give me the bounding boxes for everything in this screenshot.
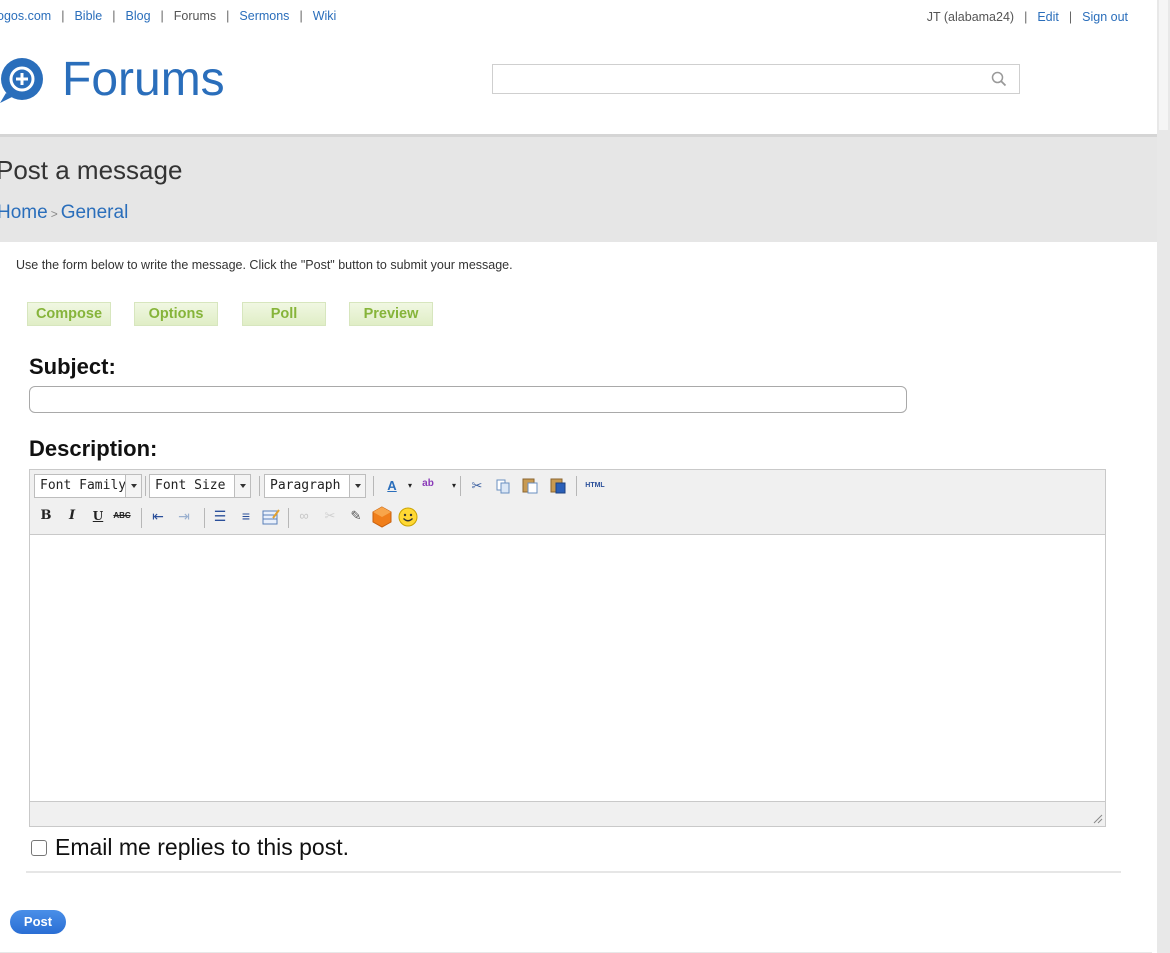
site-header: Forums [0, 36, 1157, 134]
breadcrumb-separator: > [50, 207, 58, 221]
top-navigation: ogos.com | Bible | Blog | Forums | Sermons | Wiki … [0, 0, 1157, 36]
unlink-icon[interactable]: ✂ [320, 506, 340, 526]
tab-compose[interactable]: Compose [27, 302, 111, 326]
bible-link[interactable]: Bible [74, 9, 102, 23]
attachment-icon[interactable]: ✎ [346, 506, 366, 526]
search-icon[interactable] [991, 71, 1007, 87]
highlight-color-icon[interactable]: ab [418, 474, 438, 494]
sign-out-link[interactable]: Sign out [1082, 10, 1128, 24]
logos-logo-icon[interactable] [0, 53, 48, 109]
strikethrough-icon[interactable]: ABC [112, 506, 132, 526]
emoticon-icon[interactable] [397, 506, 419, 528]
cut-icon[interactable]: ✂ [467, 476, 487, 496]
dropdown-arrow-icon[interactable]: ▾ [400, 476, 420, 496]
page-title-band: Post a message Home > General [0, 134, 1170, 242]
rich-text-editor: Font Family Font Size Paragraph A ▾ ab ▾… [29, 469, 1106, 827]
sermons-link[interactable]: Sermons [239, 9, 289, 23]
outdent-icon[interactable]: ⇤ [148, 506, 168, 526]
tab-poll[interactable]: Poll [242, 302, 326, 326]
text-color-icon[interactable]: A [382, 476, 402, 496]
email-replies-label: Email me replies to this post. [55, 834, 350, 860]
breadcrumb: Home > General [0, 202, 128, 224]
site-links: ogos.com | Bible | Blog | Forums | Sermons | Wiki [0, 9, 336, 23]
underline-icon[interactable]: U [88, 506, 108, 526]
font-size-select[interactable]: Font Size [149, 474, 251, 498]
vertical-scrollbar[interactable] [1157, 0, 1170, 953]
post-button[interactable]: Post [10, 910, 66, 934]
bullet-list-icon[interactable]: ☰ [210, 506, 230, 526]
subject-label: Subject: [29, 354, 116, 379]
user-links: JT (alabama24) | Edit | Sign out [926, 10, 1128, 24]
indent-icon[interactable]: ⇥ [174, 506, 194, 526]
insert-media-icon[interactable] [371, 506, 393, 528]
breadcrumb-home[interactable]: Home [0, 202, 48, 223]
dropdown-arrow-icon[interactable]: ▾ [444, 476, 464, 496]
chevron-down-icon [349, 475, 365, 497]
email-replies-option[interactable]: Email me replies to this post. [31, 834, 349, 861]
font-size-value: Font Size [155, 478, 226, 493]
search-box[interactable] [492, 64, 1020, 94]
search-input[interactable] [493, 65, 973, 93]
font-family-value: Font Family [40, 478, 127, 493]
copy-icon[interactable] [495, 478, 511, 494]
paste-word-icon[interactable] [549, 476, 567, 494]
blog-link[interactable]: Blog [126, 9, 151, 23]
editor-toolbar: Font Family Font Size Paragraph A ▾ ab ▾… [30, 470, 1105, 535]
forums-logo-text[interactable]: Forums [62, 52, 225, 107]
chevron-down-icon [125, 475, 141, 497]
paste-icon[interactable] [521, 476, 539, 494]
edit-profile-link[interactable]: Edit [1037, 10, 1059, 24]
bold-icon[interactable]: B [36, 506, 56, 526]
block-format-select[interactable]: Paragraph [264, 474, 366, 498]
breadcrumb-general[interactable]: General [61, 202, 129, 223]
user-name: JT (alabama24) [926, 10, 1015, 24]
block-format-value: Paragraph [270, 478, 341, 493]
logos-link[interactable]: ogos.com [0, 9, 51, 23]
tab-preview[interactable]: Preview [349, 302, 433, 326]
font-family-select[interactable]: Font Family [34, 474, 142, 498]
tab-options[interactable]: Options [134, 302, 218, 326]
subject-input[interactable] [29, 386, 907, 413]
chevron-down-icon [234, 475, 250, 497]
scrollbar-thumb[interactable] [1159, 0, 1168, 130]
page-title: Post a message [0, 155, 183, 185]
post-form: Use the form below to write the message.… [0, 242, 1152, 953]
editor-content-area[interactable] [30, 535, 1105, 802]
email-replies-checkbox[interactable] [31, 840, 47, 856]
resize-handle-icon[interactable] [1091, 812, 1103, 824]
wiki-link[interactable]: Wiki [313, 9, 337, 23]
form-instructions: Use the form below to write the message.… [16, 258, 513, 272]
insert-table-icon[interactable] [262, 508, 280, 526]
link-icon[interactable]: ∞ [294, 506, 314, 526]
numbered-list-icon[interactable]: ≡ [236, 506, 256, 526]
italic-icon[interactable]: I [62, 506, 82, 526]
forums-link-current: Forums [173, 9, 217, 23]
editor-statusbar [30, 801, 1105, 826]
html-source-icon[interactable]: HTML [582, 476, 608, 496]
description-label: Description: [29, 436, 158, 461]
divider [26, 871, 1121, 873]
